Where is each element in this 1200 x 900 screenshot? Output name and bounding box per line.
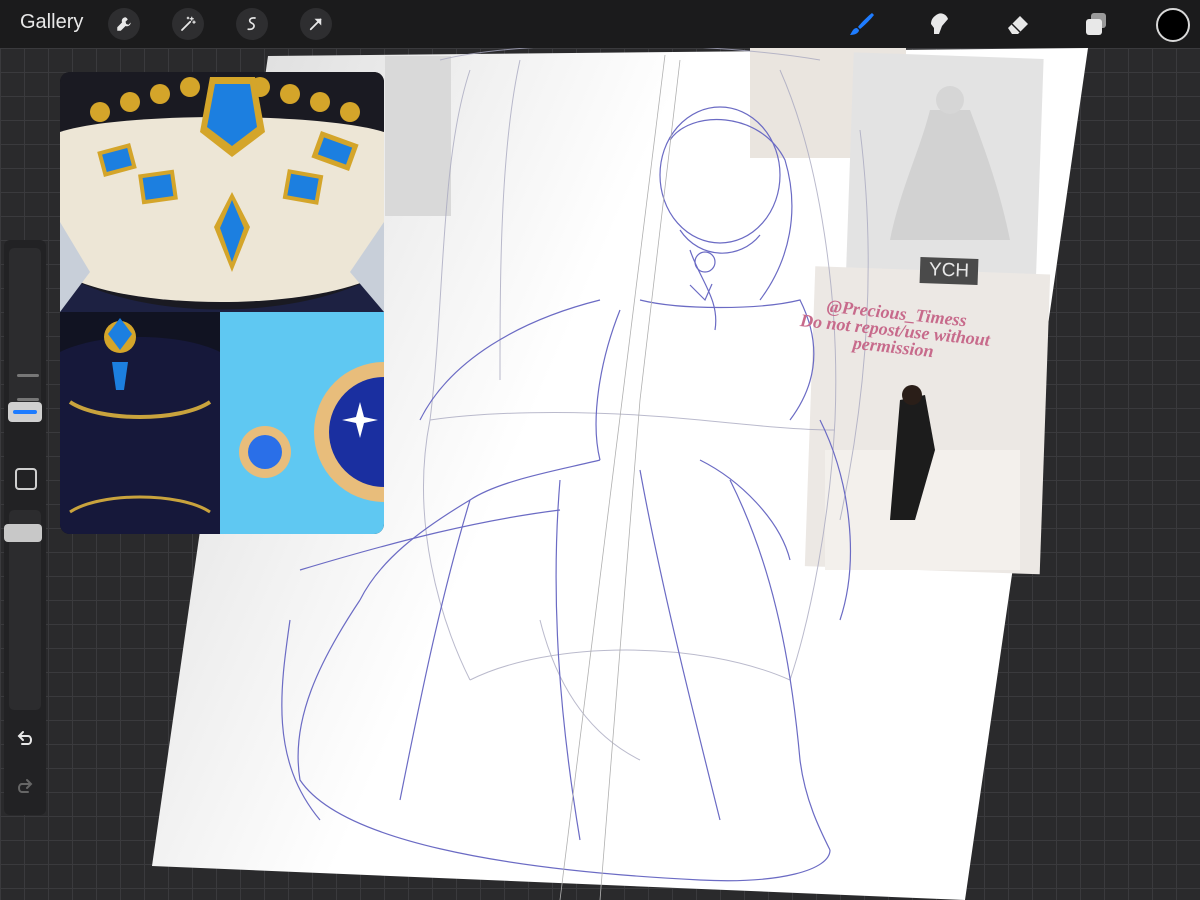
reference-image [60, 72, 384, 534]
gallery-button[interactable]: Gallery [20, 11, 83, 34]
slider-active-indicator [13, 410, 37, 414]
selection-icon[interactable] [236, 8, 268, 40]
tool-sidebar [4, 240, 46, 815]
opacity-thumb[interactable] [4, 524, 42, 542]
magic-wand-icon[interactable] [172, 8, 204, 40]
modify-button[interactable] [15, 468, 37, 490]
brush-icon[interactable] [846, 8, 878, 40]
eraser-icon[interactable] [1002, 8, 1034, 40]
layers-icon[interactable] [1080, 8, 1112, 40]
color-picker-button[interactable] [1156, 8, 1190, 42]
smudge-icon[interactable] [924, 8, 956, 40]
move-arrow-icon[interactable] [300, 8, 332, 40]
reference-window[interactable] [60, 72, 384, 534]
slider-tick [17, 398, 39, 401]
wrench-icon[interactable] [108, 8, 140, 40]
top-toolbar: Gallery [0, 0, 1200, 48]
slider-tick [17, 374, 39, 377]
undo-icon[interactable] [14, 728, 36, 750]
brush-size-thumb[interactable] [8, 402, 42, 422]
brush-size-slider[interactable] [9, 248, 41, 408]
ych-label: YCH [919, 256, 979, 286]
redo-icon[interactable] [14, 776, 36, 798]
